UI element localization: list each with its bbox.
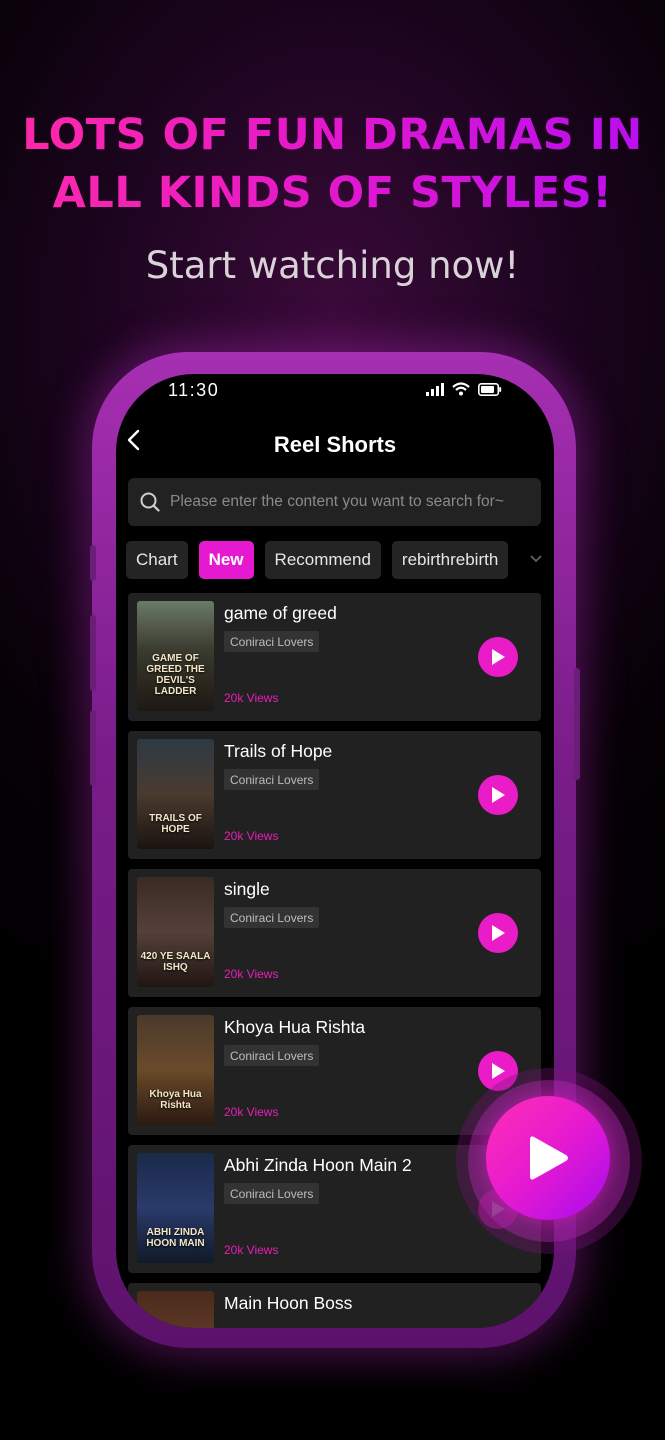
drama-title: single xyxy=(224,879,270,899)
poster-title: TRAILS OF HOPE xyxy=(149,813,202,835)
poster-image xyxy=(137,1291,214,1328)
phone-volume-down xyxy=(90,710,96,786)
poster-title: 420 YE SAALA ISHQ xyxy=(140,951,211,973)
poster-image: 420 YE SAALA ISHQ xyxy=(137,877,214,987)
tab-chart[interactable]: Chart xyxy=(126,541,188,579)
status-time: 11:30 xyxy=(168,380,220,400)
battery-icon xyxy=(478,382,502,396)
list-item[interactable]: GAME OF GREED THE DEVIL'S LADDER game of… xyxy=(128,593,541,721)
chevron-down-icon[interactable] xyxy=(530,552,542,566)
poster-title: Khoya Hua Rishta xyxy=(149,1089,202,1111)
page-title: Reel Shorts xyxy=(273,432,397,457)
search-icon xyxy=(140,492,160,512)
drama-title: Abhi Zinda Hoon Main 2 xyxy=(224,1155,412,1175)
status-icons xyxy=(426,382,502,396)
tab-rebirthrebirth[interactable]: rebirthrebirth xyxy=(391,541,509,579)
play-icon xyxy=(492,787,505,803)
poster-image: TRAILS OF HOPE xyxy=(137,739,214,849)
promo-headline-line2: ALL KINDS OF STYLES! xyxy=(52,168,613,218)
drama-views: 20k Views xyxy=(224,1105,279,1119)
drama-title: Khoya Hua Rishta xyxy=(224,1017,366,1037)
drama-views: 20k Views xyxy=(224,1243,279,1257)
drama-views: 20k Views xyxy=(224,691,279,705)
drama-tag: Coniraci Lovers xyxy=(224,631,320,652)
search-bar[interactable] xyxy=(128,478,541,526)
big-play-button[interactable] xyxy=(486,1096,610,1220)
drama-views: 20k Views xyxy=(224,829,279,843)
drama-views: 20k Views xyxy=(224,967,279,981)
drama-tag: Coniraci Lovers xyxy=(224,769,320,790)
drama-title: game of greed xyxy=(224,603,337,623)
play-icon xyxy=(492,649,505,665)
list-item[interactable]: TRAILS OF HOPE Trails of Hope Coniraci L… xyxy=(128,731,541,859)
promo-subheadline: Start watching now! xyxy=(145,244,520,287)
play-icon xyxy=(492,925,505,941)
play-icon xyxy=(530,1136,568,1180)
promo-headline-line1: LOTS OF FUN DRAMAS IN xyxy=(22,110,643,160)
drama-tag: Coniraci Lovers xyxy=(224,1183,320,1204)
poster-image: ABHI ZINDA HOON MAIN xyxy=(137,1153,214,1263)
tab-recommend[interactable]: Recommend xyxy=(264,541,381,579)
poster-image: Khoya Hua Rishta xyxy=(137,1015,214,1125)
play-button[interactable] xyxy=(478,913,518,953)
promo-headline: LOTS OF FUN DRAMAS IN ALL KINDS OF STYLE… xyxy=(0,106,665,222)
signal-icon xyxy=(426,382,444,396)
play-button[interactable] xyxy=(478,775,518,815)
drama-title: Trails of Hope xyxy=(224,741,333,761)
list-item[interactable]: Main Hoon Boss xyxy=(128,1283,541,1328)
play-button[interactable] xyxy=(478,637,518,677)
list-item[interactable]: 420 YE SAALA ISHQ single Coniraci Lovers… xyxy=(128,869,541,997)
drama-tag: Coniraci Lovers xyxy=(224,1045,320,1066)
play-icon xyxy=(492,1063,505,1079)
poster-title: ABHI ZINDA HOON MAIN xyxy=(146,1227,205,1249)
wifi-icon xyxy=(452,382,470,396)
phone-volume-up xyxy=(90,615,96,691)
category-tabs: Chart New Recommend rebirthrebirth xyxy=(126,541,509,579)
poster-image: GAME OF GREED THE DEVIL'S LADDER xyxy=(137,601,214,711)
tab-new[interactable]: New xyxy=(198,541,254,579)
poster-title: GAME OF GREED THE DEVIL'S LADDER xyxy=(146,653,205,697)
drama-title: Main Hoon Boss xyxy=(224,1293,353,1313)
phone-power-button xyxy=(574,668,580,780)
phone-side-button xyxy=(90,545,96,581)
search-input[interactable] xyxy=(170,493,530,511)
drama-tag: Coniraci Lovers xyxy=(224,907,320,928)
